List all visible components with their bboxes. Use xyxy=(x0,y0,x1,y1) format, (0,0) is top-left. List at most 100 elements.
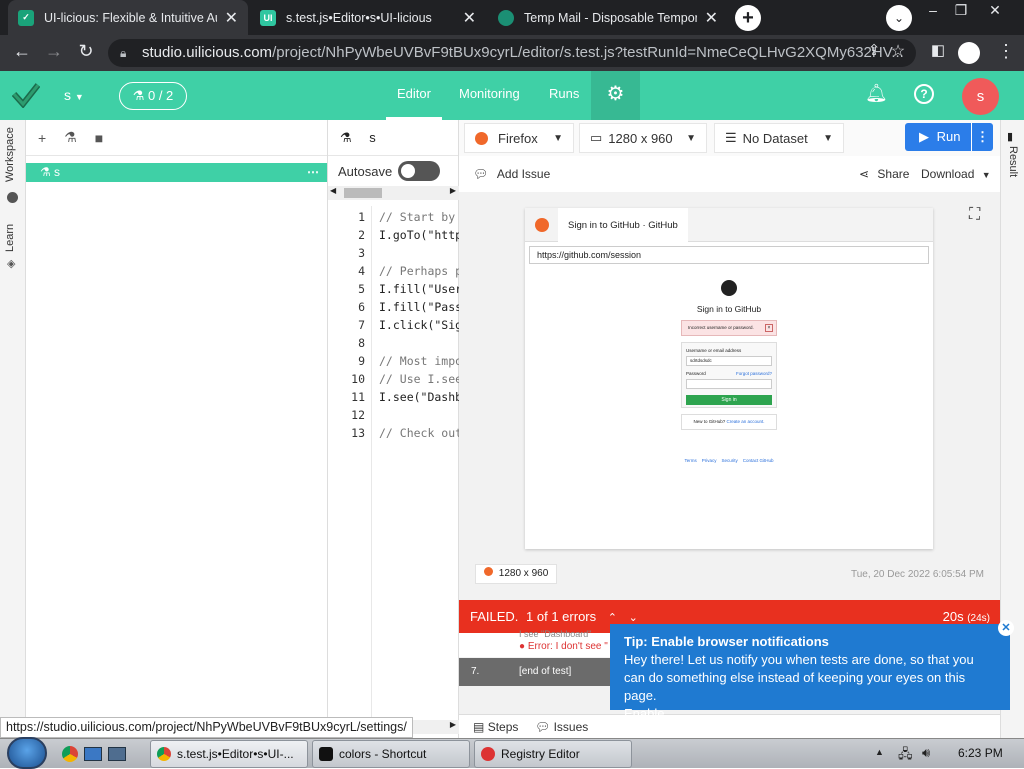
editor-tab[interactable]: ⚗ s xyxy=(328,120,458,156)
uilicious-logo-icon[interactable] xyxy=(12,82,40,108)
app-header: s ▼ ⚗ 0 / 2 Editor Monitoring Runs ⚙ 🔔︎ … xyxy=(0,71,1024,120)
code-line[interactable]: I.fill("Pass xyxy=(379,300,462,314)
browser-tab-tempmail[interactable]: Temp Mail - Disposable Tempora ✕ xyxy=(488,0,728,35)
code-line[interactable]: I.goTo("http xyxy=(379,228,462,242)
sidebar-tab-workspace[interactable]: Workspace xyxy=(4,127,16,182)
browser-tab-editor[interactable]: UI s.test.js•Editor•s•UI-licious ✕ xyxy=(250,0,486,35)
sidebar-tab-result[interactable]: Result xyxy=(1007,146,1019,177)
code-line[interactable]: I.see("Dashb xyxy=(379,390,462,404)
explorer-pin-icon[interactable] xyxy=(108,747,126,761)
preview-username-field: sdrtdsdsdc xyxy=(686,356,772,366)
desktop-pin-icon[interactable] xyxy=(84,747,102,761)
code-line[interactable]: I.fill("User xyxy=(379,282,462,296)
close-tab-icon[interactable]: ✕ xyxy=(225,8,238,28)
caret-up-icon[interactable]: ⌃ xyxy=(608,612,617,624)
test-counter-pill[interactable]: ⚗ 0 / 2 xyxy=(119,82,187,110)
firefox-icon xyxy=(535,218,549,232)
run-options-icon[interactable]: ⋮ xyxy=(971,123,993,151)
close-tab-icon[interactable]: ✕ xyxy=(463,8,476,28)
close-window-icon[interactable]: ✕ xyxy=(980,2,1010,19)
tab-steps[interactable]: ▤ Steps xyxy=(473,715,518,739)
taskbar-clock[interactable]: 6:23 PM xyxy=(958,746,1003,760)
add-file-icon[interactable]: + xyxy=(38,130,46,146)
code-line[interactable]: // Check out xyxy=(379,426,462,440)
browser-select[interactable]: Firefox ▼ xyxy=(464,123,574,153)
error-icon xyxy=(481,747,495,761)
lock-icon[interactable]: 🔒︎ xyxy=(120,39,126,67)
code-line[interactable]: I.click("Sig xyxy=(379,318,462,332)
close-tab-icon[interactable]: ✕ xyxy=(705,8,718,28)
url-field[interactable]: 🔒︎ studio.uilicious.com/project/NhPyWbeU… xyxy=(108,39,916,67)
browser-tab-uilicious[interactable]: ✓ UI-licious: Flexible & Intuitive Aut ✕ xyxy=(8,0,248,35)
project-selector[interactable]: s ▼ xyxy=(64,87,84,103)
help-icon[interactable]: ? xyxy=(914,84,934,104)
profile-icon[interactable] xyxy=(958,42,980,64)
scroll-left-icon[interactable]: ◀ xyxy=(330,186,336,195)
dataset-select[interactable]: ☰ No Dataset ▼ xyxy=(714,123,844,153)
folder-icon[interactable]: ■ xyxy=(95,130,103,146)
tray-expand-icon[interactable]: ▲ xyxy=(875,747,884,757)
restore-icon[interactable]: ❐ xyxy=(946,2,976,19)
firefox-icon xyxy=(475,131,488,145)
side-panel-icon[interactable]: ◧ xyxy=(926,41,950,59)
code-line[interactable]: // Start by xyxy=(379,210,455,224)
code-line[interactable]: // Use I.see xyxy=(379,372,462,386)
volume-icon[interactable]: 🔊︎ xyxy=(922,745,930,761)
caret-down-icon: ▼ xyxy=(981,170,991,180)
resolution-select[interactable]: ▭ 1280 x 960 ▼ xyxy=(579,123,707,153)
result-action-row: 💬︎ Add Issue ⋖ Share Download ▼ xyxy=(459,156,1000,192)
code-line[interactable]: // Perhaps p xyxy=(379,264,462,278)
step-error-text: Error: I don't see " xyxy=(527,641,608,652)
line-number-gutter: 1 2 3 4 5 6 7 8 9 10 11 12 13 xyxy=(328,206,372,738)
tab-search-button[interactable]: ⌄ xyxy=(886,5,912,31)
back-icon[interactable]: ← xyxy=(10,41,34,62)
file-item-s[interactable]: ⚗ s ⋯ xyxy=(26,163,327,182)
firefox-icon xyxy=(484,567,493,576)
autosave-toggle[interactable] xyxy=(398,161,441,181)
new-tab-button[interactable]: + xyxy=(735,5,761,31)
sidebar-tab-learn[interactable]: Learn xyxy=(4,224,16,252)
share-page-icon[interactable]: ⇪ xyxy=(862,41,886,59)
taskbar-item-colors[interactable]: colors - Shortcut xyxy=(312,740,470,768)
tab-issues[interactable]: 💬︎ Issues xyxy=(535,715,588,739)
result-tab-icon[interactable]: ▮ xyxy=(1007,130,1013,143)
line-number: 6 xyxy=(358,300,365,314)
tab-steps-label: Steps xyxy=(487,720,519,734)
more-icon[interactable]: ⋯ xyxy=(307,163,319,182)
run-button[interactable]: ▶ Run ⋮ xyxy=(905,123,993,151)
forward-icon[interactable]: → xyxy=(42,41,66,62)
caret-down-icon[interactable]: ⌄ xyxy=(629,612,638,624)
nav-editor[interactable]: Editor xyxy=(386,71,442,120)
step-text: I see "Dashboard" xyxy=(519,629,592,639)
code-line[interactable]: // Most impo xyxy=(379,354,462,368)
close-tip-icon[interactable]: ✕ xyxy=(998,620,1014,636)
share-button[interactable]: ⋖ Share xyxy=(859,167,909,181)
reload-icon[interactable]: ↻ xyxy=(74,41,98,62)
avatar[interactable]: s xyxy=(962,78,999,115)
horizontal-scrollbar[interactable]: ◀ ▶ xyxy=(328,186,459,200)
download-button[interactable]: Download ▼ xyxy=(921,167,991,181)
add-issue-button[interactable]: 💬︎ Add Issue xyxy=(473,167,550,181)
preview-username-label: Username or email address xyxy=(686,348,742,353)
taskbar-item-registry[interactable]: Registry Editor xyxy=(474,740,632,768)
network-icon[interactable]: 🖧︎ xyxy=(898,745,913,767)
notifications-bell-icon[interactable]: 🔔︎ xyxy=(865,83,888,104)
nav-monitoring[interactable]: Monitoring xyxy=(459,71,520,120)
start-button[interactable] xyxy=(7,737,47,769)
settings-gear-icon[interactable]: ⚙ xyxy=(591,71,640,120)
browser-menu-icon[interactable]: ⋮ xyxy=(994,41,1018,62)
scrollbar-thumb[interactable] xyxy=(344,188,382,198)
scroll-right-icon[interactable]: ▶ xyxy=(450,186,456,195)
fullscreen-icon[interactable]: ⛶ xyxy=(969,206,980,224)
chrome-pin-icon[interactable] xyxy=(62,746,78,762)
browser-tab-strip: ✓ UI-licious: Flexible & Intuitive Aut ✕… xyxy=(0,0,1024,35)
run-timestamp: Tue, 20 Dec 2022 6:05:54 PM xyxy=(850,569,984,580)
enable-notifications-link[interactable]: Enable xyxy=(624,705,996,723)
bookmark-star-icon[interactable]: ☆ xyxy=(886,41,910,61)
flask-icon[interactable]: ⚗ xyxy=(64,129,77,146)
uilicious-favicon-icon: ✓ xyxy=(18,9,34,26)
scroll-right-icon[interactable]: ▶ xyxy=(450,720,456,729)
nav-runs[interactable]: Runs xyxy=(549,71,579,120)
minimize-icon[interactable]: – xyxy=(918,2,948,18)
taskbar-item-chrome[interactable]: s.test.js•Editor•s•UI-... xyxy=(150,740,308,768)
